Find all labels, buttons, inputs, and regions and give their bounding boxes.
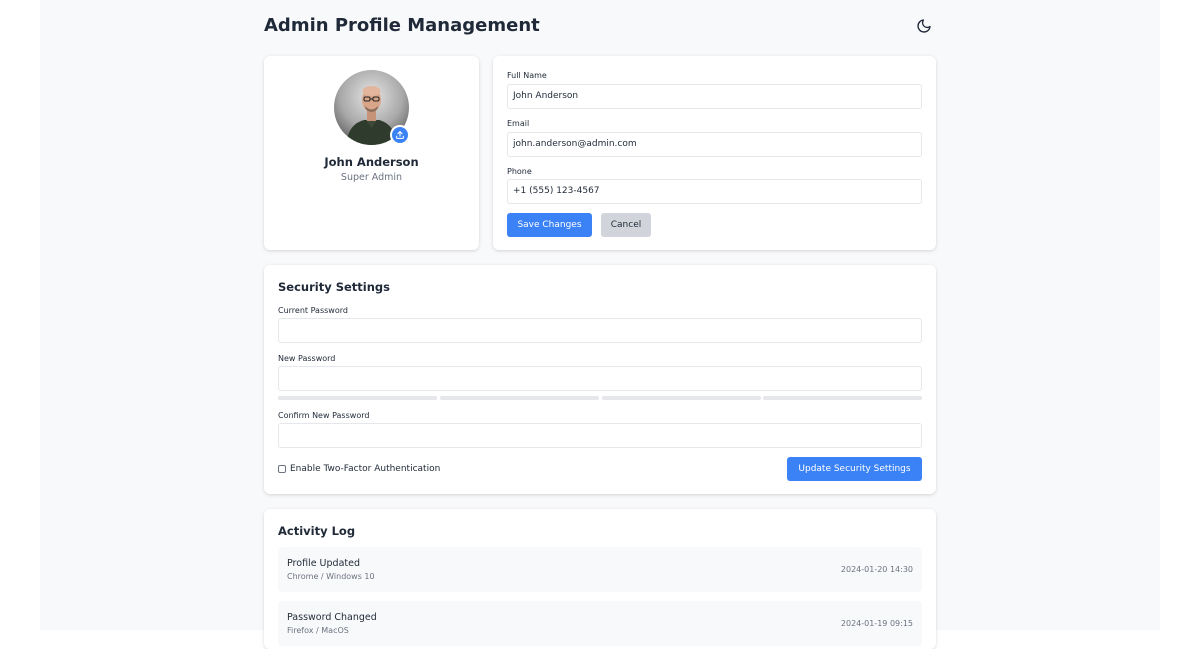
activity-item: Password Changed Firefox / MacOS 2024-01… [278, 601, 922, 646]
confirm-password-label: Confirm New Password [278, 411, 370, 420]
password-strength-segment [763, 396, 922, 400]
activity-item: Profile Updated Chrome / Windows 10 2024… [278, 547, 922, 592]
activity-time: 2024-01-20 14:30 [840, 565, 913, 574]
personal-info-card: Full Name John Anderson Email john.ander… [493, 56, 936, 250]
cancel-button[interactable]: Cancel [601, 213, 651, 237]
page-title: Admin Profile Management [264, 15, 540, 36]
two-factor-checkbox[interactable] [278, 465, 286, 473]
phone-input[interactable]: +1 (555) 123-4567 [507, 179, 922, 204]
email-label: Email [507, 119, 530, 128]
current-password-label: Current Password [278, 306, 348, 315]
security-settings-card: Security Settings Current Password New P… [264, 265, 936, 494]
email-input[interactable]: john.anderson@admin.com [507, 132, 922, 157]
moon-icon[interactable] [916, 18, 932, 34]
two-factor-label: Enable Two-Factor Authentication [290, 464, 441, 474]
profile-role: Super Admin [340, 172, 403, 183]
password-strength-segment [278, 396, 437, 400]
activity-time: 2024-01-19 09:15 [840, 619, 913, 628]
page-background: Admin Profile Management John Anderson S… [40, 0, 1160, 649]
profile-name: John Anderson [324, 155, 419, 169]
new-password-label: New Password [278, 354, 336, 363]
phone-label: Phone [507, 167, 532, 176]
profile-card: John Anderson Super Admin [264, 56, 479, 250]
activity-title-text: Password Changed [287, 612, 377, 623]
activity-title: Activity Log [278, 524, 356, 538]
current-password-input[interactable] [278, 318, 922, 343]
activity-title-text: Profile Updated [287, 558, 360, 569]
page-header: Admin Profile Management [264, 13, 936, 39]
new-password-input[interactable] [278, 366, 922, 391]
upload-avatar-button[interactable] [390, 125, 410, 145]
full-name-input[interactable]: John Anderson [507, 84, 922, 109]
activity-device: Firefox / MacOS [287, 626, 349, 635]
password-strength-segment [602, 396, 761, 400]
save-changes-button[interactable]: Save Changes [507, 213, 592, 237]
avatar-container [334, 70, 410, 145]
confirm-password-input[interactable] [278, 423, 922, 448]
activity-device: Chrome / Windows 10 [287, 572, 375, 581]
full-name-label: Full Name [507, 71, 547, 80]
security-title: Security Settings [278, 280, 390, 294]
activity-log-card: Activity Log Profile Updated Chrome / Wi… [264, 509, 936, 649]
two-factor-toggle[interactable]: Enable Two-Factor Authentication [278, 463, 440, 475]
password-strength-segment [440, 396, 599, 400]
update-security-button[interactable]: Update Security Settings [787, 457, 922, 481]
upload-icon [396, 131, 404, 139]
